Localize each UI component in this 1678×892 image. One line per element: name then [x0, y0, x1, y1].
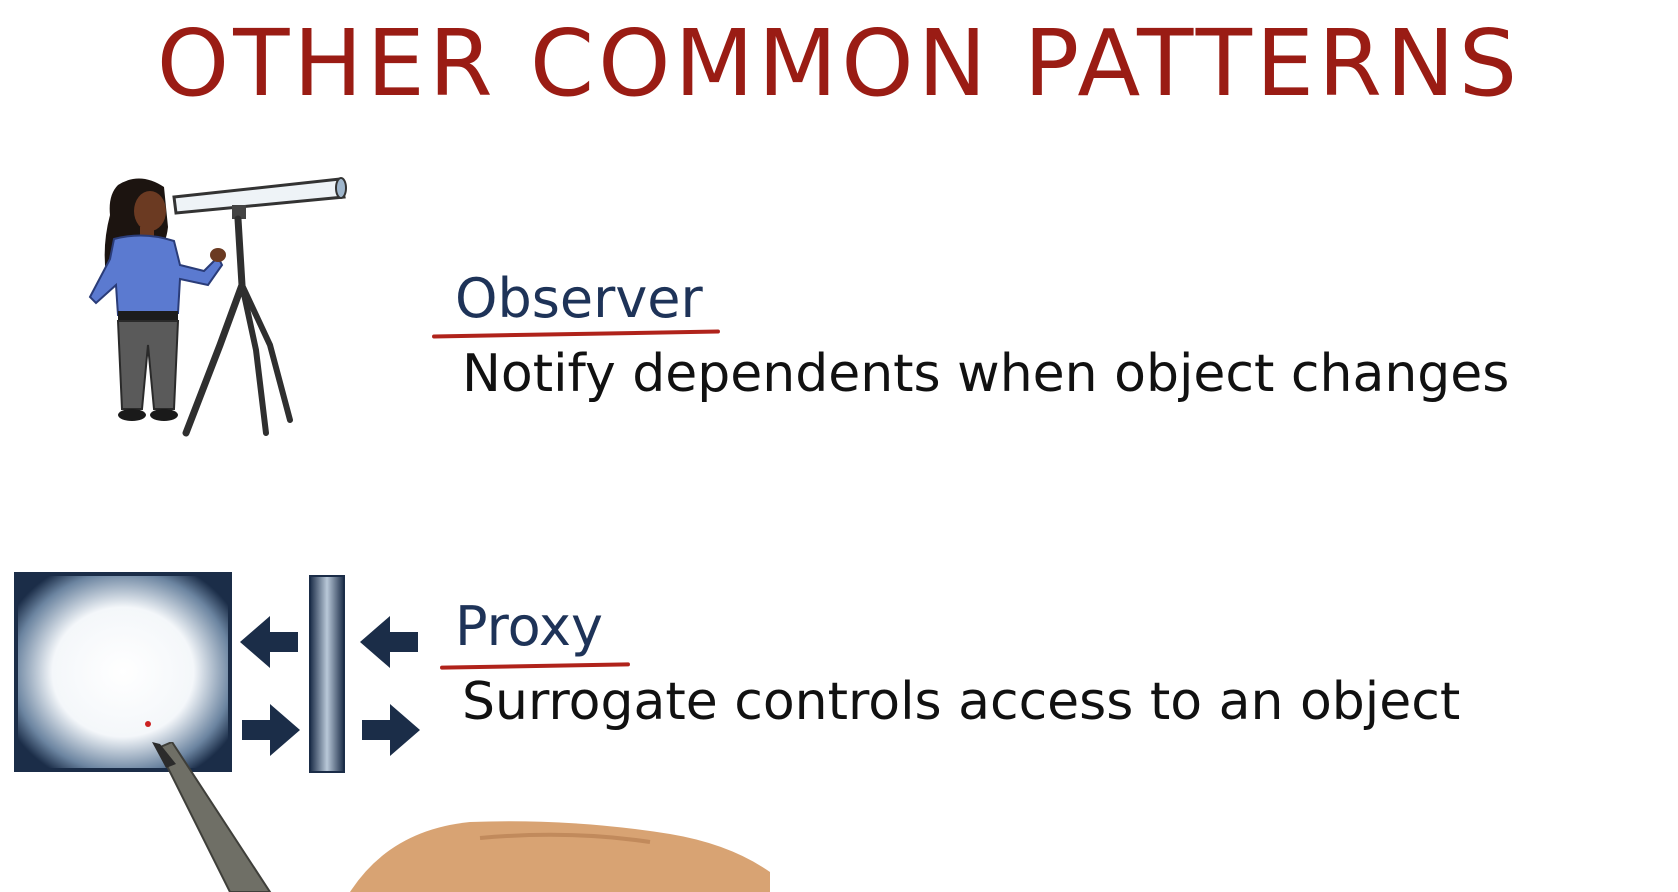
observer-illustration — [88, 177, 347, 437]
real-object-box — [14, 572, 232, 772]
proxy-description: Surrogate controls access to an object — [462, 672, 1461, 732]
proxy-title: Proxy — [455, 595, 603, 658]
pen-icon — [152, 742, 770, 892]
telescope-icon — [172, 177, 347, 437]
observer-underline — [431, 329, 721, 339]
proxy-underline — [439, 662, 631, 670]
observer-title: Observer — [455, 267, 703, 330]
page-title: OTHER COMMON PATTERNS — [156, 10, 1522, 117]
observer-description: Notify dependents when object changes — [462, 344, 1510, 404]
